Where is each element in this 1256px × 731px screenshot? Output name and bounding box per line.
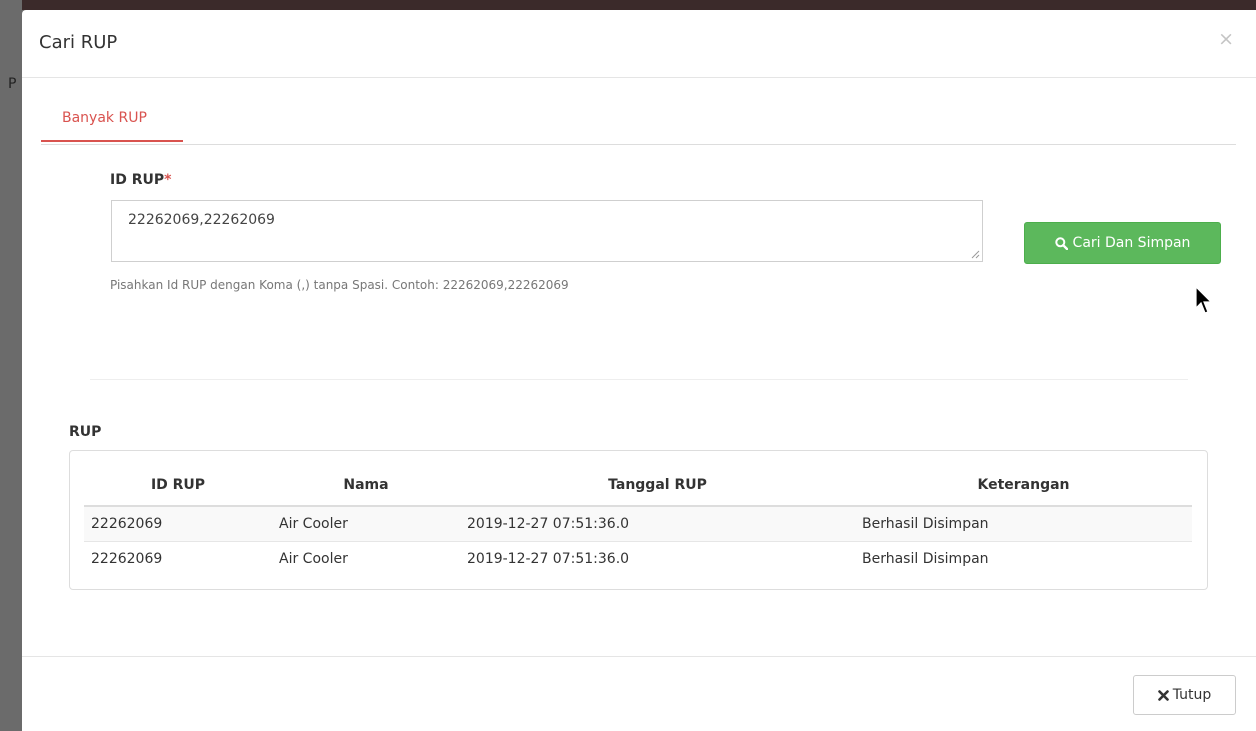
rup-section-title: RUP [69,424,102,440]
search-icon [1054,236,1068,250]
close-button[interactable]: Tutup [1133,675,1236,715]
cell-nama: Air Cooler [272,541,460,576]
cell-keterangan: Berhasil Disimpan [855,505,1192,542]
cell-nama: Air Cooler [272,505,460,542]
close-button-label: Tutup [1172,687,1212,703]
modal-title: Cari RUP [39,32,118,53]
search-rup-modal: Cari RUP × Banyak RUP ID RUP* 22262069,2… [22,10,1256,731]
tab-bar: Banyak RUP [41,100,1236,145]
close-icon[interactable]: × [1218,28,1234,50]
cell-tanggal-rup: 2019-12-27 07:51:36.0 [460,505,855,542]
rup-table: ID RUP Nama Tanggal RUP Keterangan 22262… [84,465,1192,576]
search-and-save-label: Cari Dan Simpan [1072,235,1191,251]
id-rup-label-text: ID RUP [110,172,165,188]
id-rup-help-text: Pisahkan Id RUP dengan Koma (,) tanpa Sp… [110,278,569,292]
rup-table-panel: ID RUP Nama Tanggal RUP Keterangan 22262… [69,450,1208,590]
cell-keterangan: Berhasil Disimpan [855,541,1192,576]
required-mark: * [164,172,172,188]
cell-id-rup: 22262069 [84,541,272,576]
cell-id-rup: 22262069 [84,505,272,542]
id-rup-input-value: 22262069,22262069 [128,212,275,228]
cell-tanggal-rup: 2019-12-27 07:51:36.0 [460,541,855,576]
column-header-tanggal-rup: Tanggal RUP [460,465,855,507]
close-x-icon [1157,689,1169,701]
backdrop-left [0,0,22,731]
table-header-row: ID RUP Nama Tanggal RUP Keterangan [84,465,1192,507]
resize-handle-icon[interactable] [971,250,980,259]
id-rup-input[interactable]: 22262069,22262069 [111,200,983,262]
modal-header: Cari RUP × [22,10,1256,78]
column-header-id-rup: ID RUP [84,465,272,507]
table-row: 22262069 Air Cooler 2019-12-27 07:51:36.… [84,505,1192,542]
modal-footer-divider [22,656,1256,657]
table-row: 22262069 Air Cooler 2019-12-27 07:51:36.… [84,541,1192,576]
backdrop-top [0,0,1256,10]
section-divider [90,379,1188,380]
backdrop-page-text: P [8,76,17,92]
column-header-nama: Nama [272,465,460,507]
search-and-save-button[interactable]: Cari Dan Simpan [1024,222,1221,264]
tab-banyak-rup[interactable]: Banyak RUP [41,100,183,142]
column-header-keterangan: Keterangan [855,465,1192,507]
mouse-cursor-icon [1195,286,1213,314]
id-rup-label: ID RUP* [110,172,171,188]
